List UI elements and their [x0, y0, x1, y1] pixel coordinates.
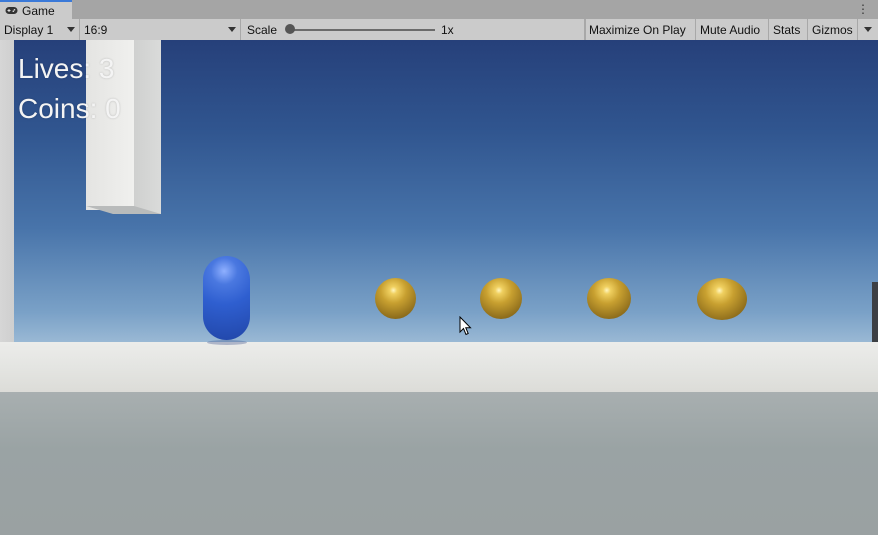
display-label: Display 1 — [4, 22, 54, 37]
mute-audio-button[interactable]: Mute Audio — [696, 19, 769, 40]
scale-label: Scale — [247, 22, 278, 37]
stats-label: Stats — [773, 22, 801, 37]
player-capsule — [203, 256, 250, 340]
lives-counter: Lives: 3 — [18, 53, 115, 84]
scale-slider-handle[interactable] — [285, 24, 295, 34]
gamepad-icon — [5, 7, 18, 14]
coin — [587, 278, 631, 319]
coin — [375, 278, 416, 319]
scale-value: 1x — [441, 23, 454, 37]
floor-platform — [0, 342, 878, 392]
chevron-down-icon — [228, 27, 236, 32]
pillar-side — [134, 40, 161, 214]
tab-bar: Game ⋮ — [0, 0, 878, 20]
ground-plane — [0, 392, 878, 535]
aspect-label: 16:9 — [84, 22, 108, 37]
tab-game[interactable]: Game — [0, 0, 72, 19]
right-edge-object — [872, 282, 878, 342]
chevron-down-icon — [864, 27, 872, 32]
scale-slider-track[interactable] — [290, 29, 435, 31]
coin — [697, 278, 747, 320]
player-shadow — [207, 340, 247, 345]
tab-label: Game — [22, 3, 55, 18]
game-viewport[interactable]: Lives: 3 Coins: 0 — [0, 40, 878, 535]
gizmos-label: Gizmos — [812, 22, 853, 37]
gizmos-dropdown[interactable] — [858, 19, 878, 40]
coins-counter: Coins: 0 — [18, 93, 121, 124]
left-wall — [0, 40, 14, 342]
coin — [480, 278, 522, 319]
display-dropdown[interactable]: Display 1 — [0, 19, 80, 40]
mute-label: Mute Audio — [700, 22, 761, 37]
chevron-down-icon — [67, 27, 75, 32]
maximize-on-play-button[interactable]: Maximize On Play — [585, 19, 696, 40]
maximize-label: Maximize On Play — [589, 22, 686, 37]
game-toolbar: Display 1 16:9 Scale 1x Maximize On Play… — [0, 19, 878, 41]
aspect-dropdown[interactable]: 16:9 — [80, 19, 241, 40]
gizmos-button[interactable]: Gizmos — [808, 19, 858, 40]
mouse-cursor-icon — [459, 316, 472, 336]
more-options-icon[interactable]: ⋮ — [857, 3, 869, 15]
stats-button[interactable]: Stats — [769, 19, 808, 40]
